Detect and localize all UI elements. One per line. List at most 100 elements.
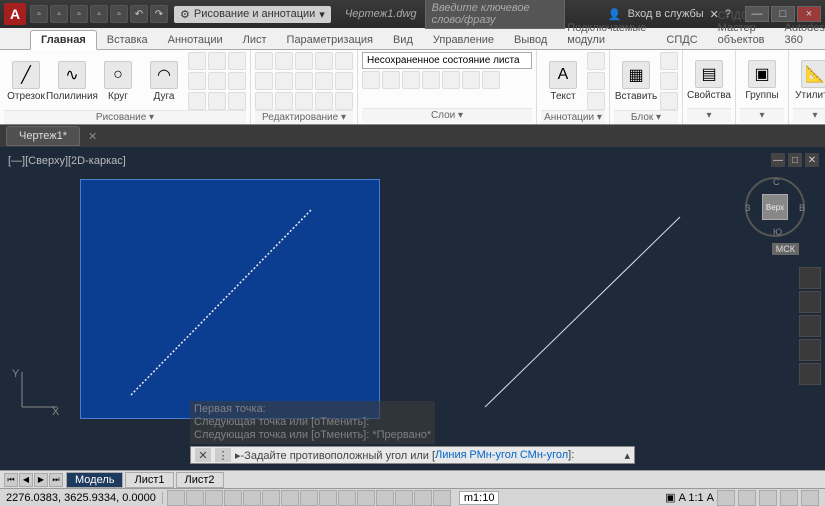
st-lock-icon[interactable] — [738, 490, 756, 506]
block-edit-icon[interactable] — [660, 72, 678, 90]
panel-draw-title[interactable]: Рисование ▾ — [4, 110, 246, 124]
st-sc-icon[interactable] — [395, 490, 413, 506]
search-input[interactable]: Введите ключевое слово/фразу — [425, 0, 565, 29]
properties-button[interactable]: ▤Свойства — [687, 58, 731, 103]
cmd-handle-icon[interactable]: ⋮ — [215, 448, 231, 462]
qat-open-icon[interactable]: ▫ — [50, 5, 68, 23]
nav-zoom-icon[interactable] — [799, 315, 821, 337]
panel-modify-title[interactable]: Редактирование ▾ — [255, 110, 353, 124]
layer-btn-3[interactable] — [402, 71, 420, 89]
layer-btn-1[interactable] — [362, 71, 380, 89]
tab-parametric[interactable]: Параметризация — [277, 31, 383, 49]
qat-print-icon[interactable]: ▫ — [110, 5, 128, 23]
mod-scale-icon[interactable] — [335, 72, 353, 90]
arc-button[interactable]: ◠Дуга — [142, 59, 186, 104]
mod-erase-icon[interactable] — [315, 52, 333, 70]
nav-showmotion-icon[interactable] — [799, 363, 821, 385]
qat-saveas-icon[interactable]: ▫ — [90, 5, 108, 23]
mod-trim-icon[interactable] — [295, 52, 313, 70]
st-osnap-icon[interactable] — [243, 490, 261, 506]
app-logo-icon[interactable]: A — [4, 3, 26, 25]
layer-state-combo[interactable]: Несохраненное состояние листа — [362, 52, 532, 69]
mod-stretch-icon[interactable] — [315, 72, 333, 90]
draw-sm-3[interactable] — [228, 52, 246, 70]
nav-pan-icon[interactable] — [799, 291, 821, 313]
tab-a360[interactable]: Autodesk 360 — [775, 19, 825, 49]
insert-button[interactable]: ▦Вставить — [614, 59, 658, 104]
st-tpy-icon[interactable] — [357, 490, 375, 506]
panel-block-title[interactable]: Блок ▾ — [614, 110, 678, 124]
table-icon[interactable] — [587, 92, 605, 110]
cmd-opt-smn[interactable]: СМн-угол — [520, 449, 568, 461]
command-line[interactable]: ✕ ⋮ ▸-Задайте противоположный угол или [… — [190, 446, 635, 464]
qat-new-icon[interactable]: ▫ — [30, 5, 48, 23]
layer-btn-2[interactable] — [382, 71, 400, 89]
st-lwt-icon[interactable] — [338, 490, 356, 506]
layer-btn-6[interactable] — [462, 71, 480, 89]
mod-array-icon[interactable] — [255, 92, 273, 110]
nav-wheel-icon[interactable] — [799, 267, 821, 289]
viewcube[interactable]: С Ю В З Верх — [745, 177, 805, 237]
vp-close-icon[interactable]: ✕ — [805, 153, 819, 167]
qat-redo-icon[interactable]: ↷ — [150, 5, 168, 23]
polyline-button[interactable]: ∿Полилиния — [50, 59, 94, 104]
leader-icon[interactable] — [587, 72, 605, 90]
sheet-list2[interactable]: Лист2 — [176, 472, 224, 488]
doc-tab-1[interactable]: Чертеж1* — [6, 126, 80, 146]
draw-sm-6[interactable] — [228, 72, 246, 90]
viewport-label[interactable]: [—][Сверху][2D-каркас] — [8, 155, 126, 167]
groups-button[interactable]: ▣Группы — [740, 58, 784, 103]
st-3dosnap-icon[interactable] — [262, 490, 280, 506]
annotation-vis-icon[interactable]: A — [707, 492, 714, 504]
mod-move-icon[interactable] — [255, 52, 273, 70]
vp-maximize-icon[interactable]: □ — [788, 153, 802, 167]
st-snap-icon[interactable] — [167, 490, 185, 506]
viewcube-top[interactable]: Верх — [762, 194, 788, 220]
sheet-nav-last-icon[interactable]: ⏭ — [49, 473, 63, 487]
tab-output[interactable]: Вывод — [504, 31, 557, 49]
annotation-scale[interactable]: A 1:1 — [679, 492, 704, 504]
tab-spds[interactable]: СПДС — [656, 31, 707, 49]
layer-btn-5[interactable] — [442, 71, 460, 89]
sheet-nav-first-icon[interactable]: ⏮ — [4, 473, 18, 487]
vp-minimize-icon[interactable]: — — [771, 153, 785, 167]
mod-copy-icon[interactable] — [335, 52, 353, 70]
text-button[interactable]: AТекст — [541, 59, 585, 104]
st-dyn-icon[interactable] — [319, 490, 337, 506]
workspace-selector[interactable]: ⚙ Рисование и аннотации ▾ — [174, 6, 331, 23]
tab-annotations[interactable]: Аннотации — [158, 31, 233, 49]
doc-tab-close-icon[interactable]: ✕ — [88, 130, 97, 143]
line-button[interactable]: ╱Отрезок — [4, 59, 48, 104]
drawing-canvas[interactable]: [—][Сверху][2D-каркас] — □ ✕ С Ю В З Вер… — [0, 147, 825, 470]
tab-spds-master[interactable]: СПДС Мастер объектов — [708, 7, 775, 49]
tab-home[interactable]: Главная — [30, 30, 97, 50]
qat-save-icon[interactable]: ▫ — [70, 5, 88, 23]
draw-sm-1[interactable] — [188, 52, 206, 70]
draw-sm-4[interactable] — [188, 72, 206, 90]
tab-view[interactable]: Вид — [383, 31, 423, 49]
mod-sm-15[interactable] — [335, 92, 353, 110]
st-clean-icon[interactable] — [801, 490, 819, 506]
tab-sheet[interactable]: Лист — [233, 31, 277, 49]
cmd-opt-rmn[interactable]: РМн-угол — [469, 449, 517, 461]
cmd-opt-line[interactable]: Линия — [435, 449, 467, 461]
st-qp-icon[interactable] — [376, 490, 394, 506]
cmd-chevron-icon[interactable]: ▴ — [624, 449, 630, 462]
st-polar-icon[interactable] — [224, 490, 242, 506]
model-space-button[interactable]: ▣ — [665, 491, 675, 504]
qat-undo-icon[interactable]: ↶ — [130, 5, 148, 23]
nav-orbit-icon[interactable] — [799, 339, 821, 361]
draw-sm-2[interactable] — [208, 52, 226, 70]
draw-sm-7[interactable] — [188, 92, 206, 110]
sheet-nav-next-icon[interactable]: ▶ — [34, 473, 48, 487]
utilities-button[interactable]: 📐Утилиты — [793, 58, 825, 103]
panel-layers-title[interactable]: Слои ▾ — [362, 108, 532, 122]
scale-combo[interactable]: m1:10 — [459, 491, 500, 505]
layer-btn-4[interactable] — [422, 71, 440, 89]
tab-plugins[interactable]: Подключаемые модули — [557, 19, 656, 49]
circle-button[interactable]: ○Круг — [96, 59, 140, 104]
panel-anno-title[interactable]: Аннотации ▾ — [541, 110, 605, 124]
mod-explode-icon[interactable] — [295, 72, 313, 90]
block-attr-icon[interactable] — [660, 92, 678, 110]
mod-fillet-icon[interactable] — [275, 72, 293, 90]
